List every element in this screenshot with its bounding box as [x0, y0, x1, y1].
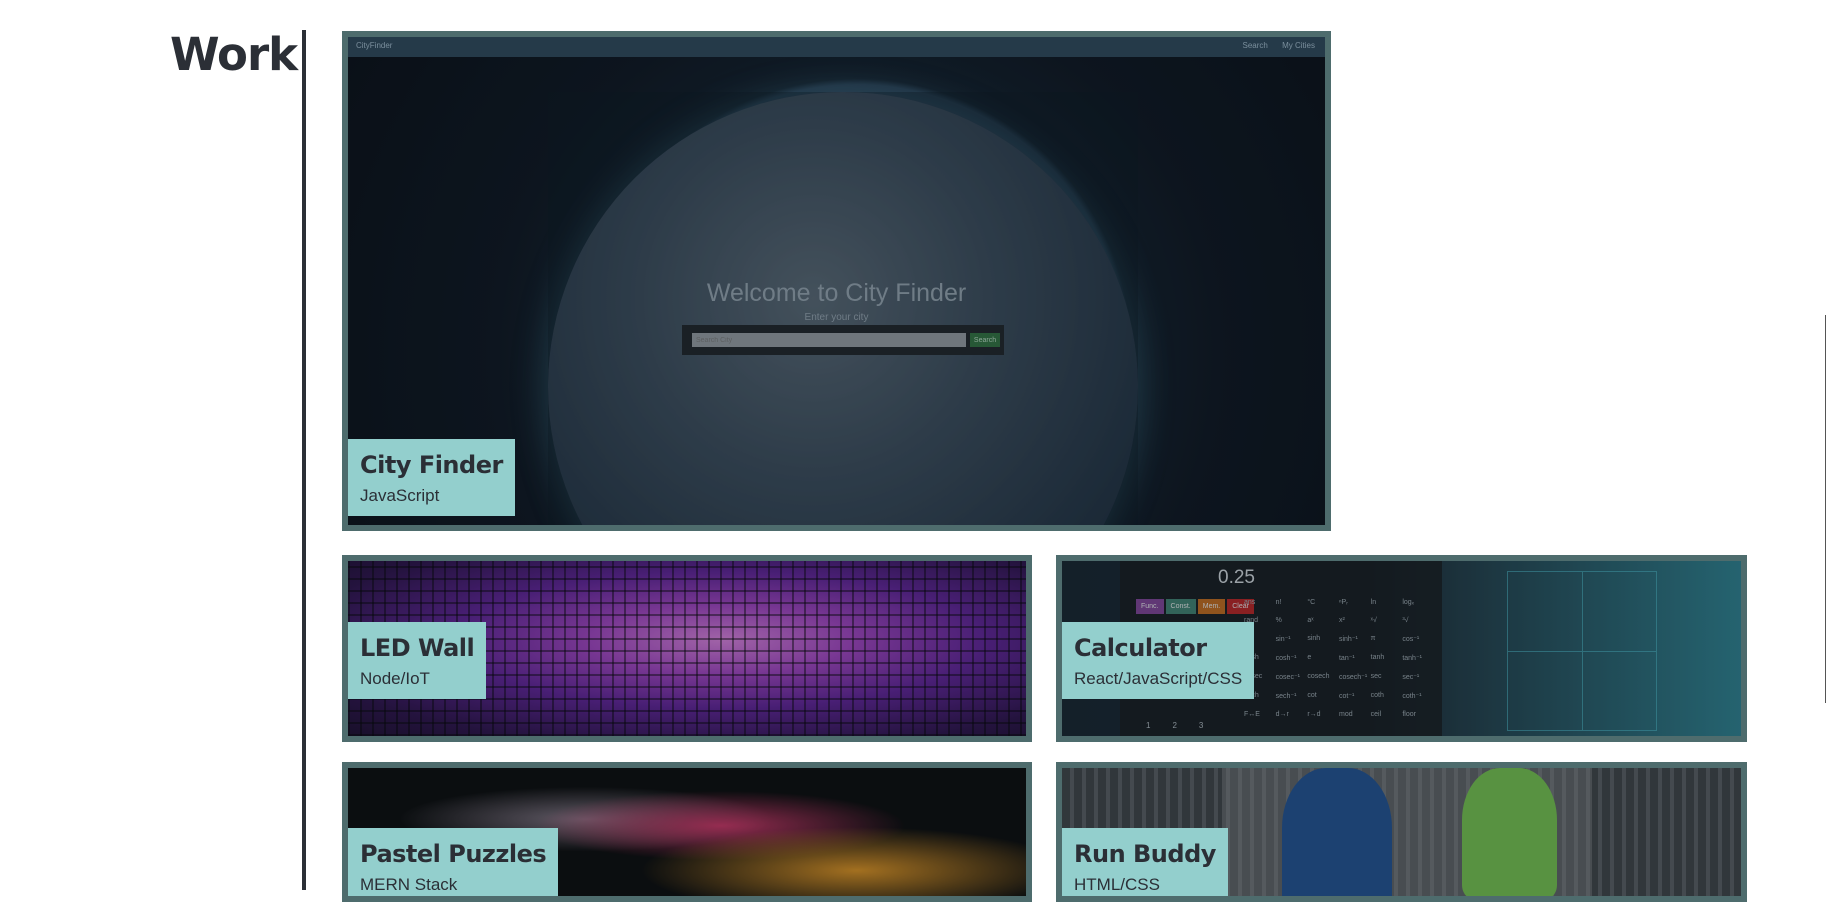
project-label: Calculator React/JavaScript/CSS [1062, 622, 1255, 699]
project-card-city-finder[interactable]: CityFinder Search My Cities Welcome to C… [342, 31, 1331, 531]
project-label: City Finder JavaScript [348, 439, 515, 516]
project-label: LED Wall Node/IoT [348, 622, 487, 699]
project-tech: MERN Stack [360, 874, 458, 894]
scrollbar-edge[interactable] [1825, 315, 1826, 703]
project-name: Pastel Puzzles [360, 840, 547, 868]
project-tech: React/JavaScript/CSS [1074, 668, 1243, 688]
project-card-pastel-puzzles[interactable]: Pastel Puzzles MERN Stack [342, 762, 1032, 902]
project-name: City Finder [360, 451, 503, 479]
project-name: LED Wall [360, 634, 475, 662]
section-title: Work [170, 28, 298, 81]
project-tech: Node/IoT [360, 668, 430, 688]
project-label: Pastel Puzzles MERN Stack [348, 828, 559, 896]
project-name: Calculator [1074, 634, 1207, 662]
project-tech: HTML/CSS [1074, 874, 1160, 894]
project-tech: JavaScript [360, 485, 440, 505]
project-label: Run Buddy HTML/CSS [1062, 828, 1228, 896]
project-name: Run Buddy [1074, 840, 1216, 868]
project-card-led-wall[interactable]: LED Wall Node/IoT [342, 555, 1032, 742]
project-card-calculator[interactable]: 0.25 Func. Const. Mem. Clear ans n! °C ⁿPᵣ l… [1056, 555, 1747, 742]
section-divider [302, 30, 306, 890]
project-card-run-buddy[interactable]: Run Buddy HTML/CSS [1056, 762, 1747, 902]
